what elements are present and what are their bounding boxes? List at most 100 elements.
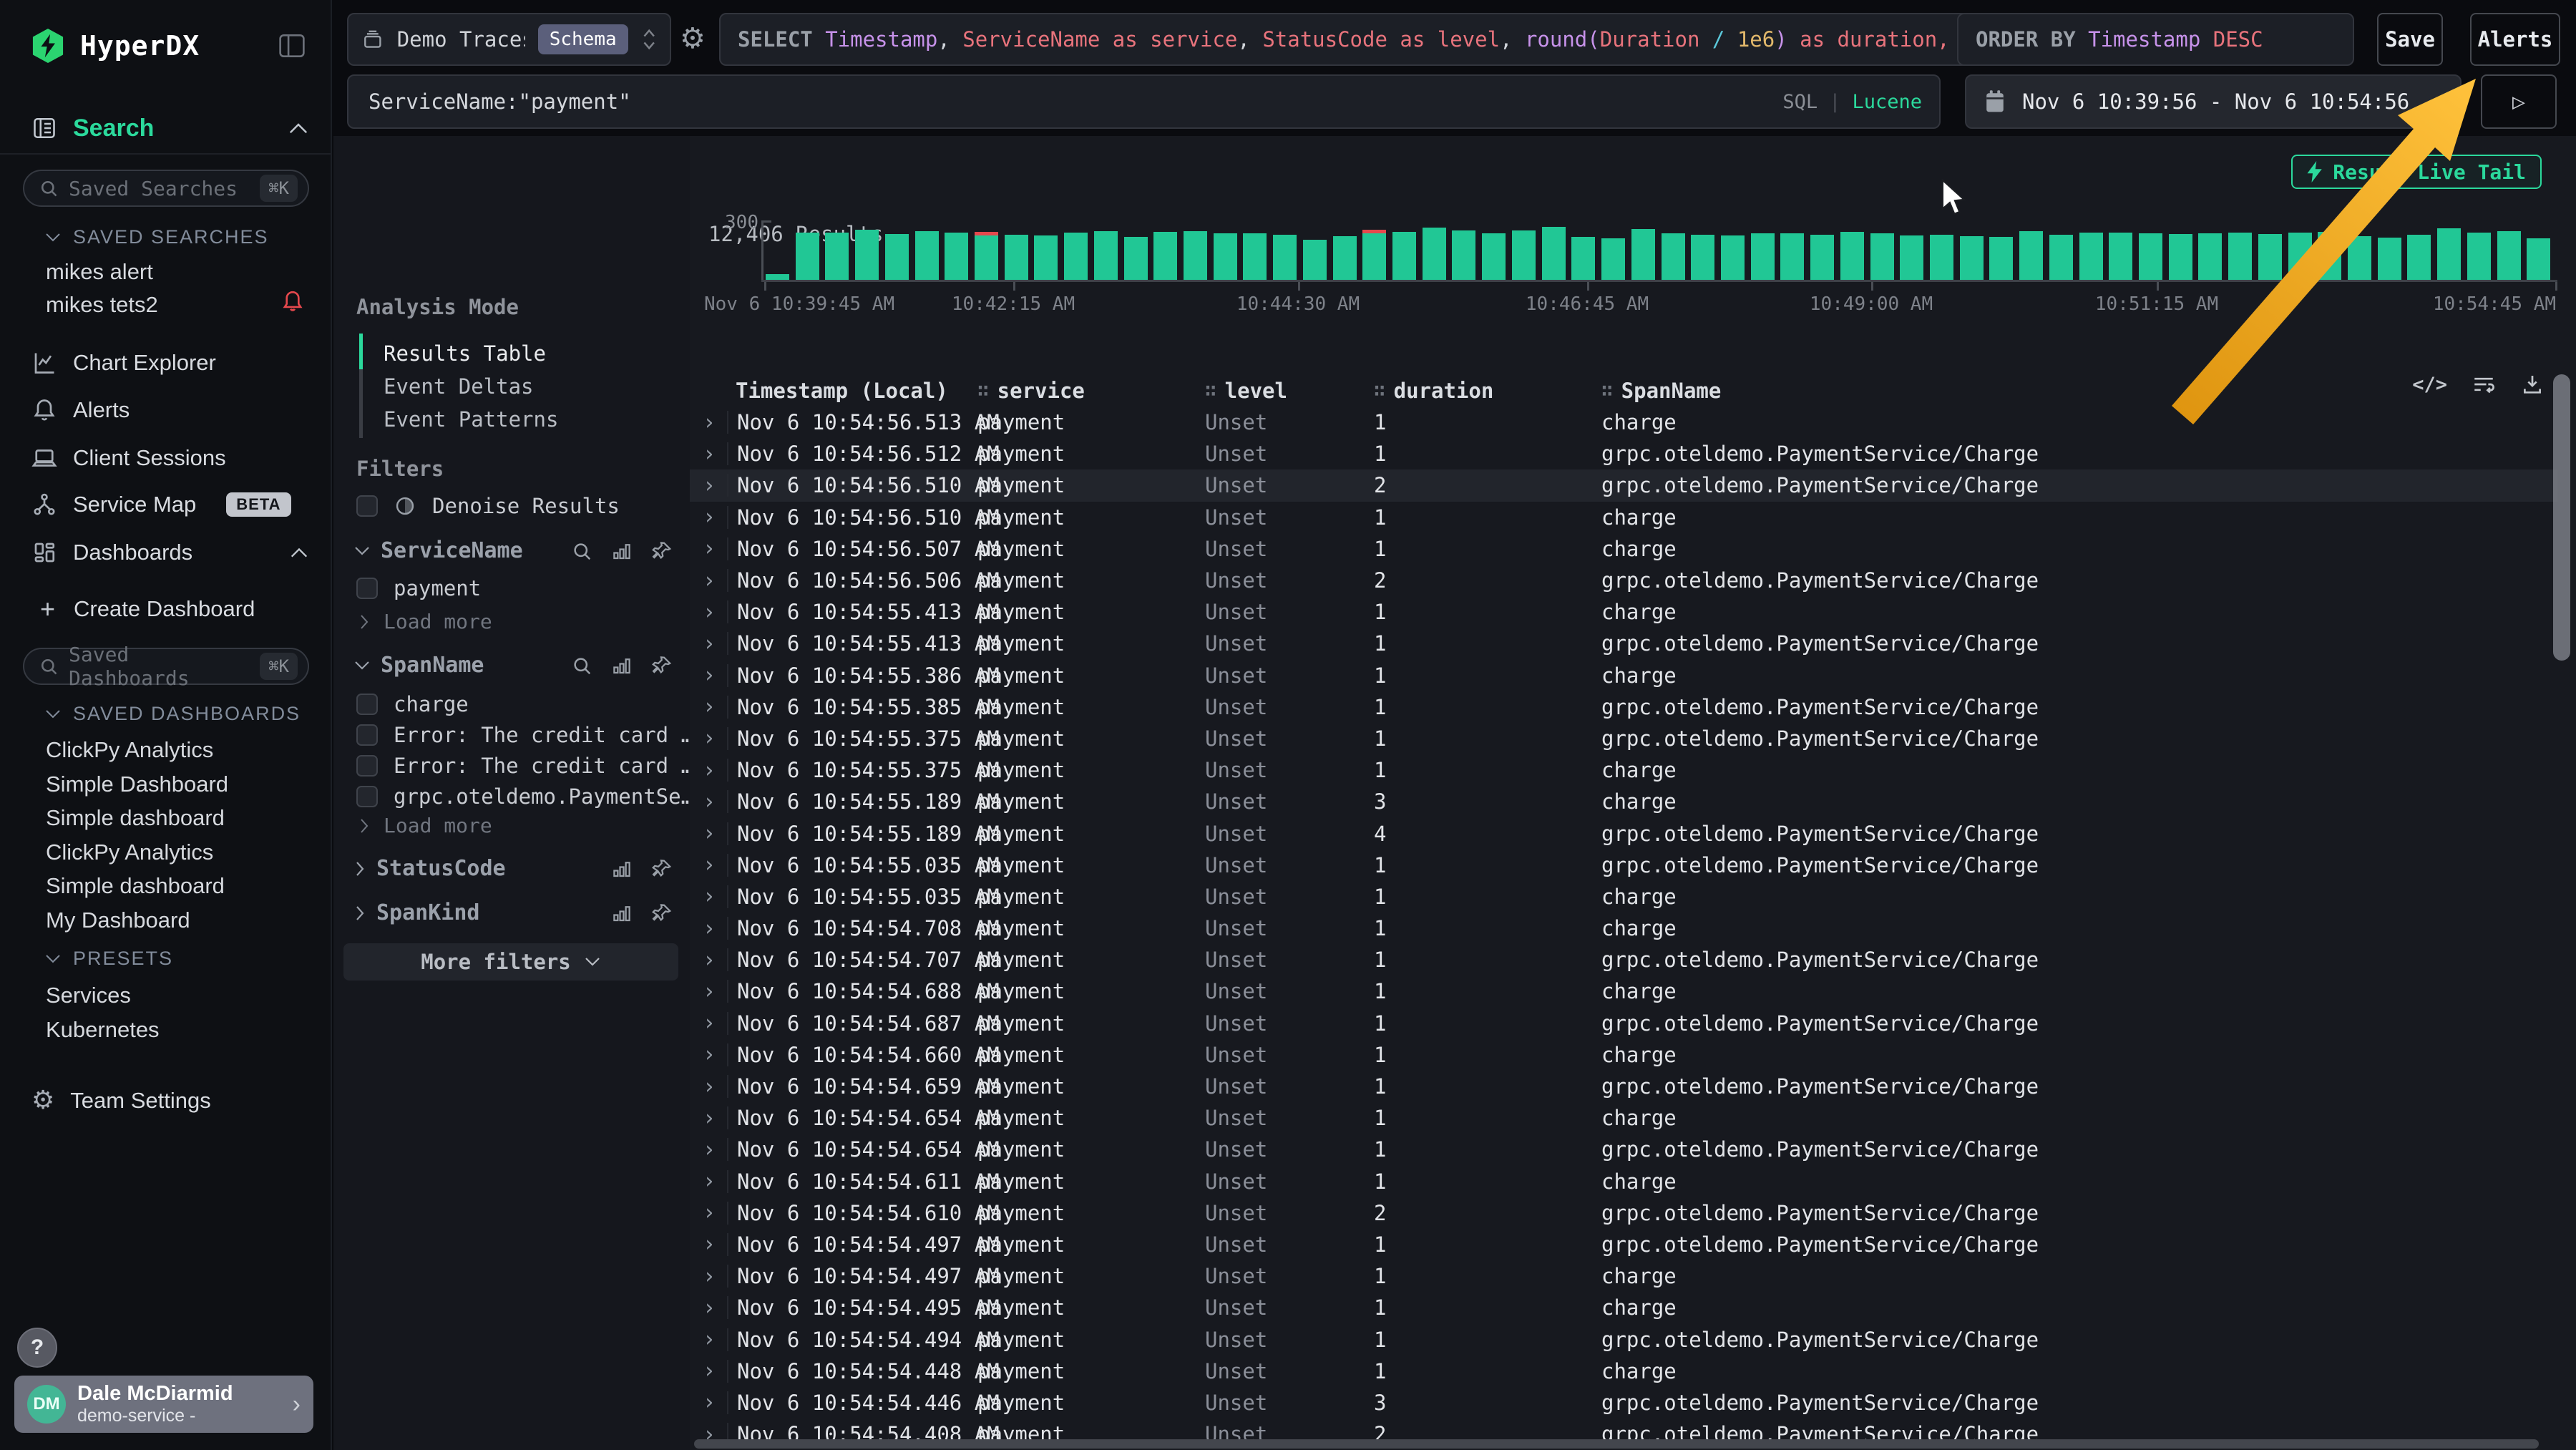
table-row[interactable]: ›Nov 6 10:54:54.611 AMpaymentUnset1charg… <box>690 1166 2557 1197</box>
table-row[interactable]: ›Nov 6 10:54:54.688 AMpaymentUnset1charg… <box>690 975 2557 1007</box>
table-row[interactable]: ›Nov 6 10:54:56.506 AMpaymentUnset2grpc.… <box>690 565 2557 596</box>
saved-dashboard-item[interactable]: Simple dashboard <box>46 805 225 831</box>
histogram-bar[interactable] <box>2527 238 2550 280</box>
histogram-bar[interactable] <box>975 232 998 280</box>
sidebar-item-chart-explorer[interactable]: Chart Explorer <box>0 346 331 380</box>
pin-icon[interactable] <box>651 540 673 562</box>
drag-handle-icon[interactable]: ∷ <box>1205 380 1215 402</box>
histogram-bar[interactable] <box>2318 232 2341 280</box>
wrap-text-icon[interactable] <box>2472 372 2496 396</box>
histogram-bar[interactable] <box>1662 233 1685 280</box>
histogram-bar[interactable] <box>1989 237 2013 280</box>
column-header-service[interactable]: ∷service <box>977 379 1205 403</box>
sidebar-item-client-sessions[interactable]: Client Sessions <box>0 441 331 475</box>
pin-icon[interactable] <box>651 902 673 924</box>
histogram-bar[interactable] <box>1512 230 1536 280</box>
drag-handle-icon[interactable]: ∷ <box>1601 380 1611 402</box>
histogram-bar[interactable] <box>2437 228 2461 280</box>
chevron-up-icon[interactable] <box>288 122 309 135</box>
histogram-bar[interactable] <box>1840 232 1864 280</box>
table-row[interactable]: ›Nov 6 10:54:54.448 AMpaymentUnset1charg… <box>690 1356 2557 1387</box>
histogram-bar[interactable] <box>1870 233 1894 280</box>
sidebar-collapse-icon[interactable] <box>278 33 306 59</box>
table-row[interactable]: ›Nov 6 10:54:54.408 AMpaymentUnset2grpc.… <box>690 1419 2557 1440</box>
table-row[interactable]: ›Nov 6 10:54:55.035 AMpaymentUnset1grpc.… <box>690 850 2557 881</box>
table-row[interactable]: ›Nov 6 10:54:54.610 AMpaymentUnset2grpc.… <box>690 1197 2557 1229</box>
chart-icon[interactable] <box>611 540 633 562</box>
table-row[interactable]: ›Nov 6 10:54:55.375 AMpaymentUnset1grpc.… <box>690 723 2557 754</box>
chart-icon[interactable] <box>611 655 633 676</box>
drag-handle-icon[interactable]: ∷ <box>977 380 987 402</box>
language-sql-toggle[interactable]: SQL <box>1782 91 1818 113</box>
date-range-picker[interactable]: Nov 6 10:39:56 - Nov 6 10:54:56 <box>1965 74 2462 129</box>
column-header-timestamp[interactable]: Timestamp (Local) <box>736 379 977 403</box>
saved-searches-section[interactable]: SAVED SEARCHES <box>44 226 269 248</box>
load-more-servicename[interactable]: Load more <box>358 610 492 633</box>
table-row[interactable]: ›Nov 6 10:54:54.497 AMpaymentUnset1grpc.… <box>690 1229 2557 1260</box>
drag-handle-icon[interactable]: ∷ <box>1374 380 1384 402</box>
alerts-button[interactable]: Alerts <box>2470 13 2560 66</box>
save-button[interactable]: Save <box>2377 13 2443 66</box>
filter-group-spankind[interactable]: SpanKind <box>353 900 673 925</box>
saved-dashboard-item[interactable]: Simple Dashboard <box>46 772 228 797</box>
saved-dashboard-item[interactable]: ClickPy Analytics <box>46 737 213 763</box>
logo-row[interactable]: HyperDX <box>0 29 331 63</box>
mode-event-patterns[interactable]: Event Patterns <box>384 407 558 432</box>
filter-group-spanname[interactable]: SpanName <box>353 653 673 678</box>
histogram-bar[interactable] <box>2049 235 2073 280</box>
pin-icon[interactable] <box>651 655 673 676</box>
histogram-bar[interactable] <box>1333 236 1357 280</box>
histogram-bar[interactable] <box>2288 233 2312 280</box>
table-row[interactable]: ›Nov 6 10:54:56.513 AMpaymentUnset1charg… <box>690 407 2557 438</box>
table-row[interactable]: ›Nov 6 10:54:55.189 AMpaymentUnset3charg… <box>690 786 2557 817</box>
histogram-bar[interactable] <box>2019 231 2043 280</box>
histogram-bar[interactable] <box>2139 233 2162 280</box>
table-row[interactable]: ›Nov 6 10:54:56.510 AMpaymentUnset2grpc.… <box>690 469 2557 501</box>
saved-dashboard-item[interactable]: My Dashboard <box>46 908 190 933</box>
histogram-bar[interactable] <box>1423 228 1446 280</box>
preset-item[interactable]: Kubernetes <box>46 1017 160 1043</box>
histogram-bar[interactable] <box>1184 231 1207 280</box>
chart-icon[interactable] <box>611 858 633 880</box>
table-row[interactable]: ›Nov 6 10:54:55.413 AMpaymentUnset1charg… <box>690 596 2557 628</box>
histogram-bar[interactable] <box>2109 233 2132 280</box>
horizontal-scrollbar[interactable] <box>694 1439 2539 1449</box>
histogram-bar[interactable] <box>2497 231 2521 280</box>
view-code-icon[interactable]: </> <box>2412 374 2447 396</box>
histogram-bar[interactable] <box>915 231 939 280</box>
table-row[interactable]: ›Nov 6 10:54:54.494 AMpaymentUnset1grpc.… <box>690 1323 2557 1355</box>
sidebar-item-dashboards[interactable]: Dashboards <box>0 535 331 570</box>
histogram-bar[interactable] <box>885 234 909 280</box>
table-row[interactable]: ›Nov 6 10:54:56.512 AMpaymentUnset1grpc.… <box>690 438 2557 469</box>
histogram-bar[interactable] <box>1452 230 1475 280</box>
histogram-bar[interactable] <box>945 233 968 280</box>
pin-icon[interactable] <box>651 858 673 880</box>
checkbox[interactable] <box>356 694 378 715</box>
histogram-bar[interactable] <box>796 233 819 280</box>
histogram-bar[interactable] <box>1064 233 1088 280</box>
source-select[interactable]: Demo Traces Schema <box>347 13 671 66</box>
saved-search-item[interactable]: mikes tets2 <box>46 292 158 318</box>
table-row[interactable]: ›Nov 6 10:54:55.375 AMpaymentUnset1charg… <box>690 754 2557 786</box>
presets-section[interactable]: PRESETS <box>44 948 173 970</box>
saved-dashboard-item[interactable]: Simple dashboard <box>46 873 225 899</box>
histogram-bar[interactable] <box>2258 234 2282 280</box>
histogram-bar[interactable] <box>1482 233 1506 280</box>
sidebar-item-alerts[interactable]: Alerts <box>0 393 331 427</box>
histogram-bar[interactable] <box>2467 233 2491 280</box>
histogram-bar[interactable] <box>1392 232 1416 280</box>
search-query-input[interactable]: ServiceName:"payment" SQL | Lucene <box>347 74 1941 129</box>
checkbox[interactable] <box>356 724 378 746</box>
histogram-bar[interactable] <box>1930 235 1953 280</box>
chart-icon[interactable] <box>611 902 633 924</box>
saved-dashboards-section[interactable]: SAVED DASHBOARDS <box>44 703 301 725</box>
download-icon[interactable] <box>2520 372 2545 396</box>
histogram-bar[interactable] <box>2228 233 2252 280</box>
table-row[interactable]: ›Nov 6 10:54:56.507 AMpaymentUnset1charg… <box>690 533 2557 565</box>
histogram[interactable] <box>766 222 2557 280</box>
histogram-bar[interactable] <box>2407 235 2431 280</box>
histogram-bar[interactable] <box>1631 229 1655 280</box>
histogram-bar[interactable] <box>1691 235 1714 280</box>
table-row[interactable]: ›Nov 6 10:54:54.660 AMpaymentUnset1charg… <box>690 1039 2557 1071</box>
histogram-bar[interactable] <box>1303 240 1327 280</box>
